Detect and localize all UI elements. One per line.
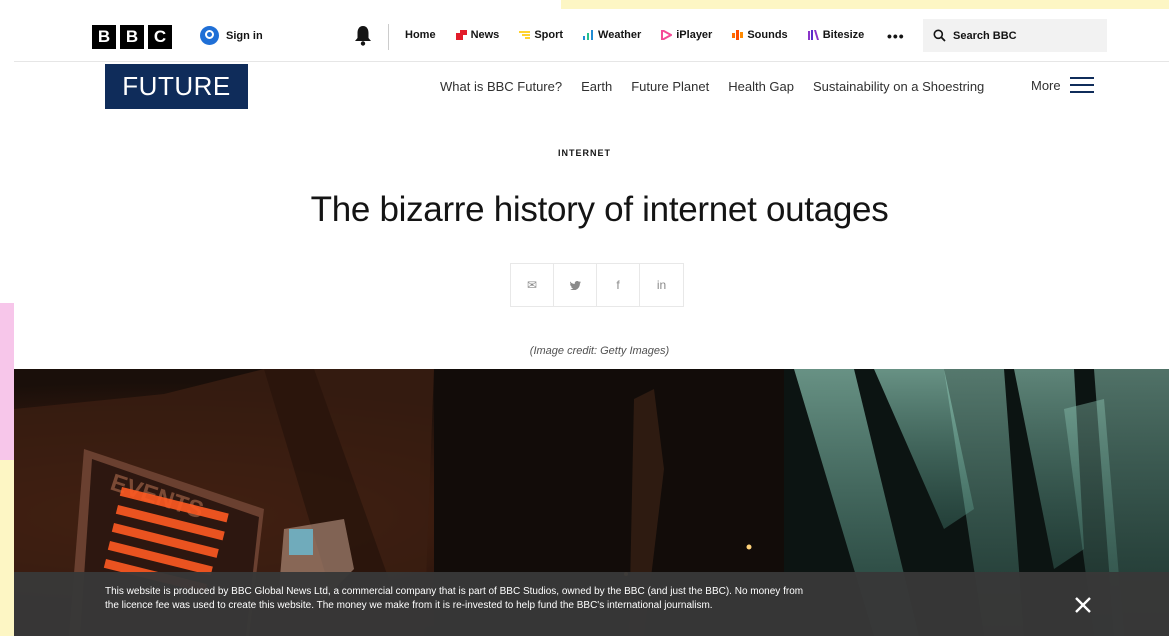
nav-news-label: News [470, 29, 500, 41]
image-credit: (Image credit: Getty Images) [529, 345, 670, 357]
decorative-yellow-strip [0, 460, 14, 636]
nav-bitesize[interactable]: Bitesize [807, 29, 865, 41]
iplayer-icon [661, 30, 673, 40]
close-icon[interactable] [1072, 594, 1094, 616]
nav-home-label: Home [405, 29, 436, 41]
bbc-logo[interactable]: B B C [92, 25, 172, 49]
nav-weather-label: Weather [598, 29, 642, 41]
nav-bitesize-label: Bitesize [822, 29, 865, 41]
bbc-future-logo[interactable]: FUTURE [105, 64, 248, 109]
nav-sounds[interactable]: Sounds [732, 29, 788, 41]
twitter-bird-icon [569, 280, 581, 290]
nav-iplayer-label: iPlayer [676, 29, 713, 41]
search-label: Search BBC [953, 29, 1017, 42]
nav-sport[interactable]: Sport [519, 29, 563, 41]
section-link[interactable]: What is BBC Future? [440, 79, 562, 94]
account-icon [200, 26, 219, 45]
more-products-button[interactable]: ••• [887, 28, 905, 44]
nav-news[interactable]: News [455, 29, 500, 41]
share-linkedin-icon[interactable]: in [640, 264, 683, 306]
notice-text: This website is produced by BBC Global N… [105, 586, 804, 611]
section-link[interactable]: Future Planet [631, 79, 709, 94]
nav-sport-label: Sport [534, 29, 564, 41]
nav-weather[interactable]: Weather [583, 29, 641, 41]
share-email-icon[interactable]: ✉ [511, 264, 554, 306]
nav-iplayer[interactable]: iPlayer [661, 29, 712, 41]
bbc-product-links: Home News Sport Weather iPlayer Sounds B… [405, 29, 884, 41]
header-divider [14, 61, 1169, 62]
more-menu-button[interactable]: More [1031, 77, 1094, 93]
search-icon [933, 29, 946, 42]
bbc-logo-letter: B [120, 25, 144, 49]
article-category[interactable]: INTERNET [0, 148, 1169, 158]
nav-divider [388, 24, 389, 50]
commercial-notice-banner: This website is produced by BBC Global N… [14, 572, 1169, 636]
section-link[interactable]: Sustainability on a Shoestring [813, 79, 984, 94]
share-twitter-icon[interactable] [554, 264, 597, 306]
share-bar: ✉ f in [510, 263, 684, 307]
future-section-nav: What is BBC Future? Earth Future Planet … [440, 79, 1003, 94]
decorative-top-strip [561, 0, 1169, 9]
sport-icon [519, 31, 531, 39]
bitesize-icon [807, 30, 819, 40]
hamburger-menu-icon [1069, 77, 1094, 93]
sign-in-link[interactable]: Sign in [200, 26, 263, 45]
nav-sounds-label: Sounds [747, 29, 788, 41]
section-link[interactable]: Health Gap [728, 79, 794, 94]
more-menu-label: More [1031, 77, 1061, 93]
article-title: The bizarre history of internet outages [310, 190, 889, 229]
nav-home[interactable]: Home [405, 29, 436, 41]
bbc-global-nav: B B C Sign in Home News Sport Weather iP… [0, 14, 1169, 61]
bbc-logo-letter: C [148, 25, 172, 49]
section-link[interactable]: Earth [581, 79, 612, 94]
bbc-logo-letter: B [92, 25, 116, 49]
weather-icon [583, 30, 594, 40]
notifications-bell-icon[interactable] [354, 25, 372, 47]
search-box[interactable]: Search BBC [923, 19, 1107, 52]
decorative-pink-strip [0, 303, 14, 460]
news-icon [455, 30, 467, 40]
sounds-icon [732, 30, 744, 40]
sign-in-label: Sign in [226, 29, 263, 42]
share-facebook-icon[interactable]: f [597, 264, 640, 306]
